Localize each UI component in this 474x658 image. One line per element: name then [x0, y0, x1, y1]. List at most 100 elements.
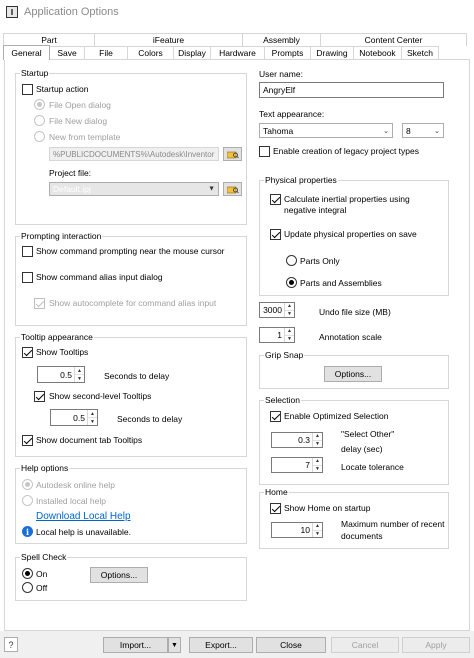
calc-inertial-checkbox[interactable]: [270, 194, 281, 205]
spell-options-button[interactable]: Options...: [90, 567, 148, 583]
export-button[interactable]: Export...: [189, 637, 253, 653]
grip-snap-options-button[interactable]: Options...: [324, 366, 382, 382]
autocomplete-label: Show autocomplete for command alias inpu…: [49, 298, 217, 308]
tab-prompts[interactable]: Prompts: [264, 46, 311, 59]
local-help-info-text: Local help is unavailable.: [36, 527, 131, 537]
parts-assemblies-radio[interactable]: [286, 277, 297, 288]
window-title: Application Options: [24, 6, 119, 18]
tooltip-delay-label: Seconds to delay: [104, 371, 170, 381]
tab-notebook[interactable]: Notebook: [353, 46, 402, 59]
arrow-up-icon[interactable]: ▲: [88, 410, 97, 418]
project-file-select[interactable]: Default.ipj ▼: [49, 182, 219, 196]
tab-file[interactable]: File: [84, 46, 128, 59]
spell-on-radio[interactable]: [22, 568, 33, 579]
file-open-label: File Open dialog: [49, 100, 111, 110]
command-alias-checkbox[interactable]: [22, 272, 33, 283]
tab-row-upper: Part iFeature Assembly Content Center: [3, 33, 470, 46]
arrow-up-icon[interactable]: ▲: [285, 303, 294, 311]
calc-inertial-label: Calculate inertial properties using nega…: [284, 194, 410, 215]
font-select[interactable]: Tahoma ⌄: [259, 123, 393, 138]
dialog-footer: ? Import... ▼ Export... Close Cancel App…: [0, 631, 474, 658]
arrow-up-icon[interactable]: ▲: [285, 328, 294, 336]
tab-sketch[interactable]: Sketch: [401, 46, 439, 59]
show-home-checkbox[interactable]: [270, 503, 281, 514]
browse-project-button[interactable]: [223, 182, 242, 196]
file-new-label: File New dialog: [49, 116, 108, 126]
arrow-down-icon[interactable]: ▼: [313, 441, 322, 448]
arrow-up-icon[interactable]: ▲: [313, 523, 322, 531]
arrow-down-icon[interactable]: ▼: [285, 336, 294, 343]
home-group-title: Home: [264, 487, 289, 497]
command-alias-label: Show command alias input dialog: [36, 272, 163, 282]
legacy-projects-checkbox[interactable]: [259, 146, 270, 157]
app-icon: I: [6, 6, 18, 18]
local-help-radio[interactable]: [22, 495, 33, 506]
question-icon: ?: [8, 639, 14, 650]
undo-size-stepper[interactable]: 3000 ▲ ▼: [259, 302, 295, 318]
browse-template-button[interactable]: [223, 147, 242, 161]
user-name-field[interactable]: AngryElf: [259, 82, 444, 98]
autocomplete-checkbox[interactable]: [34, 298, 45, 309]
import-button[interactable]: Import...: [103, 637, 168, 653]
file-open-radio[interactable]: [34, 99, 45, 110]
arrow-up-icon[interactable]: ▲: [313, 458, 322, 466]
folder-search-icon: [226, 186, 239, 193]
tooltip-delay-stepper[interactable]: 0.5 ▲ ▼: [37, 366, 85, 383]
show-tooltips-checkbox[interactable]: [22, 347, 33, 358]
import-dropdown-button[interactable]: ▼: [168, 637, 181, 653]
file-new-radio[interactable]: [34, 115, 45, 126]
select-other-label: "Select Other": [341, 429, 395, 439]
physical-properties-title: Physical properties: [264, 175, 338, 185]
select-other-delay-stepper[interactable]: 0.3 ▲ ▼: [271, 432, 323, 448]
command-prompting-checkbox[interactable]: [22, 246, 33, 257]
tab-hardware[interactable]: Hardware: [210, 46, 265, 59]
cancel-button[interactable]: Cancel: [331, 637, 399, 653]
document-tab-tooltips-checkbox[interactable]: [22, 435, 33, 446]
legacy-projects-label: Enable creation of legacy project types: [273, 146, 420, 156]
tab-ifeature[interactable]: iFeature: [94, 33, 243, 46]
close-button[interactable]: Close: [256, 637, 326, 653]
startup-group: Startup Startup action File Open dialog …: [15, 68, 247, 225]
recent-documents-label-2: documents: [341, 531, 383, 541]
physical-properties-group: Physical properties Calculate inertial p…: [259, 175, 449, 296]
tab-drawing[interactable]: Drawing: [310, 46, 354, 59]
show-home-label: Show Home on startup: [284, 503, 371, 513]
arrow-down-icon[interactable]: ▼: [285, 311, 294, 318]
font-size-select[interactable]: 8 ⌄: [402, 123, 444, 138]
new-template-radio[interactable]: [34, 131, 45, 142]
second-level-delay-stepper[interactable]: 0.5 ▲ ▼: [50, 409, 98, 426]
tab-display[interactable]: Display: [173, 46, 211, 59]
arrow-down-icon[interactable]: ▼: [75, 375, 84, 382]
tab-content-center[interactable]: Content Center: [320, 33, 467, 46]
arrow-up-icon[interactable]: ▲: [313, 433, 322, 441]
tab-assembly[interactable]: Assembly: [242, 33, 321, 46]
annotation-scale-stepper[interactable]: 1 ▲ ▼: [259, 327, 295, 343]
template-path-field[interactable]: %PUBLICDOCUMENTS%\Autodesk\Inventor: [49, 147, 219, 161]
annotation-scale-label: Annotation scale: [319, 332, 382, 342]
download-local-help-link[interactable]: Download Local Help: [36, 511, 131, 522]
startup-action-checkbox[interactable]: [22, 84, 33, 95]
tooltip-delay-value: 0.5: [60, 369, 72, 380]
optimized-selection-checkbox[interactable]: [270, 411, 281, 422]
tab-save[interactable]: Save: [49, 46, 85, 59]
tab-colors[interactable]: Colors: [127, 46, 174, 59]
online-help-radio[interactable]: [22, 479, 33, 490]
arrow-down-icon[interactable]: ▼: [313, 466, 322, 473]
help-question-button[interactable]: ?: [4, 637, 18, 652]
second-level-tooltips-checkbox[interactable]: [34, 391, 45, 402]
recent-documents-value: 10: [300, 525, 310, 535]
arrow-up-icon[interactable]: ▲: [75, 367, 84, 375]
prompting-group-title: Prompting interaction: [20, 231, 103, 241]
online-help-label: Autodesk online help: [36, 480, 115, 490]
parts-only-label: Parts Only: [300, 256, 340, 266]
parts-only-radio[interactable]: [286, 255, 297, 266]
update-physical-checkbox[interactable]: [270, 229, 281, 240]
spell-off-radio[interactable]: [22, 582, 33, 593]
user-name-label: User name:: [259, 69, 303, 79]
arrow-down-icon[interactable]: ▼: [88, 418, 97, 425]
locate-tolerance-stepper[interactable]: 7 ▲ ▼: [271, 457, 323, 473]
apply-button[interactable]: Apply: [402, 637, 470, 653]
recent-documents-stepper[interactable]: 10 ▲ ▼: [271, 522, 323, 538]
arrow-down-icon[interactable]: ▼: [313, 531, 322, 538]
tab-general[interactable]: General: [3, 45, 50, 60]
